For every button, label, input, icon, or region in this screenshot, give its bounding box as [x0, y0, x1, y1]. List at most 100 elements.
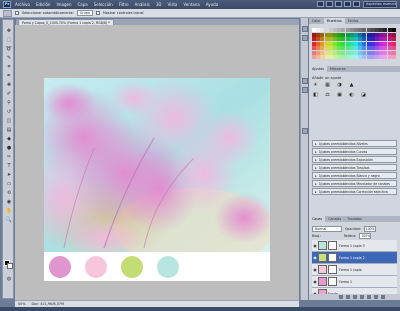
eraser-tool-icon[interactable]: ◫ — [5, 118, 13, 125]
menu-archivo[interactable]: Archivo — [15, 2, 30, 7]
add-mask-icon[interactable] — [353, 295, 357, 299]
transform-controls-checkbox[interactable] — [95, 11, 100, 15]
move-tool-preset-icon[interactable] — [3, 9, 12, 17]
path-selection-tool-icon[interactable]: ➤ — [5, 172, 13, 179]
layer-mask-thumbnail[interactable] — [328, 253, 337, 262]
swatches-grid[interactable] — [312, 28, 397, 60]
tab-masks[interactable]: Máscaras — [327, 66, 349, 72]
document-canvas[interactable] — [44, 78, 270, 281]
swatch-chip[interactable] — [391, 28, 396, 32]
hand-icon[interactable] — [344, 1, 351, 7]
healing-brush-tool-icon[interactable]: ✚ — [5, 82, 13, 89]
eyedropper-tool-icon[interactable]: ✒ — [5, 73, 13, 80]
tab-paths[interactable]: Trazados — [344, 216, 364, 222]
bridge-icon[interactable] — [317, 1, 324, 7]
move-tool-icon[interactable]: ✥ — [5, 28, 13, 35]
palette-circle-2[interactable] — [85, 256, 107, 278]
menu-filtro[interactable]: Filtro — [119, 2, 129, 7]
clone-stamp-tool-icon[interactable]: ⚲ — [5, 100, 13, 107]
swatch-chip[interactable] — [391, 32, 396, 37]
arrange-documents-icon[interactable] — [353, 1, 360, 7]
menu-ventana[interactable]: Ventana — [183, 2, 199, 7]
levels-icon[interactable]: ▦ — [324, 82, 331, 89]
actions-panel-icon[interactable] — [302, 35, 308, 41]
menu-edicion[interactable]: Edición — [36, 2, 50, 7]
character-panel-icon[interactable] — [302, 78, 308, 84]
curves-icon[interactable]: ◑ — [336, 82, 343, 89]
auto-select-dropdown[interactable]: Grupo — [77, 10, 93, 16]
3d-rotate-tool-icon[interactable]: ⟲ — [5, 190, 13, 197]
layer-row[interactable]: ◉ Forma 1 copia — [312, 264, 397, 276]
hand-tool-icon[interactable]: ✋ — [5, 208, 13, 215]
preset-item[interactable]: ▸ Ajustes preestablecidos Mezclador de ca… — [312, 180, 397, 187]
swatch-chip[interactable] — [391, 37, 396, 41]
menu-ayuda[interactable]: Ayuda — [206, 2, 218, 7]
fx-icon[interactable] — [346, 295, 350, 299]
menu-analisis[interactable]: Análisis — [135, 2, 150, 7]
swatch-chip[interactable] — [391, 55, 396, 59]
tab-styles[interactable]: Estilos — [345, 18, 362, 24]
palette-circle-1[interactable] — [49, 256, 71, 278]
exposure-icon[interactable]: ▲ — [348, 82, 355, 89]
auto-select-checkbox[interactable] — [15, 11, 19, 15]
paragraph-panel-icon[interactable] — [302, 87, 308, 93]
background-color-swatch[interactable] — [7, 263, 13, 269]
history-brush-tool-icon[interactable]: ↺ — [5, 109, 13, 116]
new-group-icon[interactable] — [367, 295, 371, 299]
quick-select-tool-icon[interactable]: ✎ — [5, 55, 13, 62]
layer-row[interactable]: ◉ Forma 1 copia 3 — [312, 240, 397, 252]
brightness-icon[interactable]: ☀ — [312, 82, 319, 89]
preset-item[interactable]: ▸ Ajustes preestablecidos Blanco y negro — [312, 172, 397, 179]
link-layers-icon[interactable] — [339, 295, 343, 299]
palette-circle-4[interactable] — [157, 256, 179, 278]
shape-tool-icon[interactable]: ▭ — [5, 181, 13, 188]
preset-item[interactable]: ▸ Ajustes preestablecidos Corrección sele… — [312, 188, 397, 195]
menu-3d[interactable]: 3D — [156, 2, 162, 7]
new-layer-icon[interactable] — [374, 295, 378, 299]
swatch-chip[interactable] — [391, 46, 396, 50]
blur-tool-icon[interactable]: ◆ — [5, 136, 13, 143]
marquee-tool-icon[interactable]: ⬚ — [5, 37, 13, 44]
crop-tool-icon[interactable]: ⌗ — [5, 64, 13, 71]
menu-vista[interactable]: Vista — [167, 2, 177, 7]
new-adjustment-icon[interactable] — [360, 295, 364, 299]
layer-mask-thumbnail[interactable] — [328, 241, 337, 250]
preset-item[interactable]: ▸ Ajustes preestablecidos Tono/sat. — [312, 164, 397, 171]
pen-tool-icon[interactable]: ✑ — [5, 154, 13, 161]
tab-channels[interactable]: Canales — [325, 216, 344, 222]
quick-mask-icon[interactable]: ◍ — [5, 276, 13, 283]
layer-mask-thumbnail[interactable] — [328, 265, 337, 274]
preset-item[interactable]: ▸ Ajustes preestablecidos Curvas — [312, 148, 397, 155]
swatch-chip[interactable] — [391, 50, 396, 55]
menu-capa[interactable]: Capa — [78, 2, 88, 7]
channel-mixer-icon[interactable]: ◪ — [360, 92, 367, 99]
zoom-level-icon[interactable] — [335, 1, 342, 7]
layer-thumbnail[interactable] — [318, 253, 327, 262]
history-panel-icon[interactable] — [302, 26, 308, 32]
palette-circle-3[interactable] — [121, 256, 143, 278]
layer-thumbnail[interactable] — [318, 241, 327, 250]
vibrance-icon[interactable]: ◧ — [312, 92, 319, 99]
swatch-chip[interactable] — [391, 41, 396, 46]
workspace-switcher[interactable]: Aspectos esenciales — [363, 1, 397, 8]
color-balance-icon[interactable]: ⚖ — [324, 92, 331, 99]
canvas-area[interactable] — [15, 25, 299, 300]
tab-adjustments[interactable]: Ajustes — [309, 66, 328, 72]
preset-item[interactable]: ▸ Ajustes preestablecidos Exposición — [312, 156, 397, 163]
black-white-icon[interactable]: ▣ — [336, 92, 343, 99]
opacity-value[interactable]: 100% — [363, 226, 376, 232]
3d-camera-tool-icon[interactable]: ◉ — [5, 199, 13, 206]
tab-swatches[interactable]: Muestras — [323, 18, 345, 24]
layer-row[interactable]: ◉ Forma 1 — [312, 276, 397, 288]
fill-value[interactable]: 100% — [359, 233, 372, 239]
layer-thumbnail[interactable] — [318, 277, 327, 286]
type-tool-icon[interactable]: T — [5, 163, 13, 170]
preset-item[interactable]: ▸ Ajustes preestablecidos Niveles — [312, 140, 397, 147]
dodge-tool-icon[interactable]: ● — [5, 145, 13, 152]
tab-layers[interactable]: Capas — [309, 216, 326, 222]
lasso-tool-icon[interactable]: ➰ — [5, 46, 13, 53]
delete-layer-icon[interactable] — [381, 295, 385, 299]
photo-filter-icon[interactable]: ◐ — [348, 92, 355, 99]
blend-mode-dropdown[interactable]: Normal — [312, 226, 342, 232]
tab-color[interactable]: Color — [309, 18, 324, 24]
